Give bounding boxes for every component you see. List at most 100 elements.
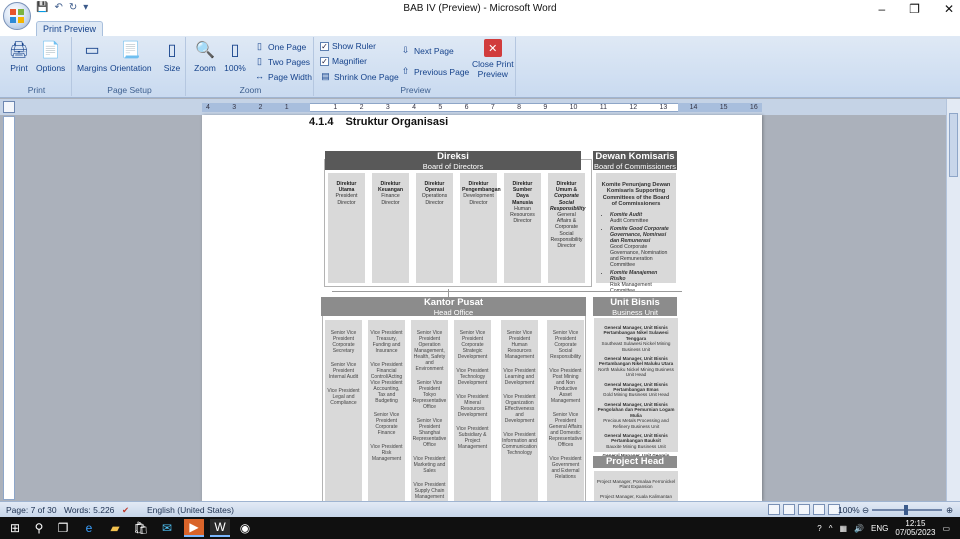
proofing-icon[interactable]: ✔ xyxy=(122,505,129,516)
page-indicator[interactable]: Page: 7 of 30 xyxy=(6,505,57,515)
print-layout-view-icon[interactable] xyxy=(768,504,780,515)
business-unit-en: Gold Mining Business Unit Head xyxy=(602,392,670,398)
head-office-unit: Vice President Learning and Development xyxy=(503,368,536,386)
orientation-button[interactable]: 📃 Orientation xyxy=(110,39,152,73)
print-button[interactable]: 🖨 Print xyxy=(8,39,30,73)
ruler-numbers: 4 3 2 1 1 2 3 4 5 6 7 8 9 10 11 12 13 14 15 16 xyxy=(202,103,762,112)
customize-qat-icon[interactable]: ▾ xyxy=(83,2,88,13)
director-title-en: Operations Director xyxy=(421,193,448,206)
magnifier-checkbox[interactable]: ✓ Magnifier xyxy=(320,56,367,66)
zoom-out-icon[interactable]: ⊖ xyxy=(862,505,869,516)
close-button[interactable]: ✕ xyxy=(944,2,954,16)
start-icon[interactable]: ⊞ xyxy=(6,519,24,537)
options-button[interactable]: 📄 Options xyxy=(36,39,65,73)
director-title-en: Development Director xyxy=(463,193,494,206)
checkbox-checked-icon: ✓ xyxy=(320,41,329,51)
head-office-unit: Vice President Organization Effectivenes… xyxy=(503,394,536,424)
margins-button[interactable]: ▭ Margins xyxy=(77,39,107,73)
zoom-button[interactable]: 🔍 Zoom xyxy=(194,39,216,73)
two-pages-button[interactable]: ▯ Two Pages xyxy=(254,56,310,67)
horizontal-ruler[interactable]: 4 3 2 1 1 2 3 4 5 6 7 8 9 10 11 12 13 14 15 16 xyxy=(0,99,960,115)
zoom-in-icon[interactable]: ⊕ xyxy=(946,505,953,516)
head-office-column: Senior Vice President Corporate Secretar… xyxy=(325,320,362,501)
business-unit-en: Bauxite Mining Business Unit xyxy=(606,443,666,449)
director-title-en: Human Resources Director xyxy=(510,205,535,225)
committees-box: Komite Penunjang Dewan Komisaris Support… xyxy=(596,173,676,294)
document-page[interactable]: 4.1.4 Struktur Organisasi Direksi Board o… xyxy=(202,115,762,501)
file-explorer-icon[interactable]: ▰ xyxy=(106,519,124,537)
next-page-button[interactable]: ⇩ Next Page xyxy=(400,45,454,56)
one-page-button[interactable]: ▯ One Page xyxy=(254,41,306,52)
redo-icon[interactable]: ↻ xyxy=(69,2,77,13)
head-office-column: Senior Vice President Operation Manageme… xyxy=(411,320,448,501)
business-unit: General Manager, Unit Bisnis Pertambanga… xyxy=(596,382,676,398)
print-group: 🖨 Print 📄 Options Print xyxy=(2,37,72,96)
shrink-one-page-button[interactable]: ▤ Shrink One Page xyxy=(320,71,399,82)
edge-browser-icon[interactable]: e xyxy=(80,519,98,537)
zoom-slider-knob[interactable] xyxy=(904,505,908,515)
page-width-icon: ↔ xyxy=(255,71,264,81)
undo-icon[interactable]: ↶ xyxy=(54,2,62,13)
previous-page-icon: ⇧ xyxy=(401,66,410,76)
mail-icon[interactable]: ✉ xyxy=(158,519,176,537)
size-button[interactable]: ▯ Size xyxy=(161,39,183,73)
outline-view-icon[interactable] xyxy=(813,504,825,515)
previous-page-button[interactable]: ⇧ Previous Page xyxy=(400,66,470,77)
office-button[interactable] xyxy=(3,2,31,30)
tray-lang[interactable]: ENG xyxy=(871,524,888,533)
powerpoint-app-icon[interactable]: ▶ xyxy=(184,519,204,537)
vertical-ruler[interactable] xyxy=(3,116,15,500)
volume-icon[interactable]: 🔊 xyxy=(854,524,864,533)
word-count[interactable]: Words: 5.226 xyxy=(64,505,114,515)
ruler-tick-label: 10 xyxy=(569,104,578,111)
business-unit-title: General Manager, Unit Bisnis Pertambanga… xyxy=(604,381,668,393)
ruler-tick-label: 4 xyxy=(206,104,210,111)
next-page-icon: ⇩ xyxy=(401,45,410,55)
minimize-button[interactable]: – xyxy=(878,2,885,16)
word-app-icon[interactable]: W xyxy=(210,519,230,537)
vertical-scrollbar[interactable] xyxy=(946,99,960,501)
head-office-unit: Vice President Marketing and Sales xyxy=(413,456,446,474)
tab-selector[interactable] xyxy=(3,101,15,113)
close-print-preview-button[interactable]: ✕ Close Print Preview xyxy=(472,39,514,79)
scrollbar-thumb[interactable] xyxy=(949,113,958,177)
head-office-unit: Vice President Technology Development xyxy=(456,368,489,386)
show-ruler-checkbox[interactable]: ✓ Show Ruler xyxy=(320,41,376,51)
business-unit-title: General Manager, Unit Bisnis Pengolahan … xyxy=(597,401,675,418)
two-pages-icon: ▯ xyxy=(257,56,262,66)
committees-list: Komite AuditAudit CommitteeKomite Good C… xyxy=(600,212,672,294)
ruler-tick-label: 2 xyxy=(359,104,364,111)
zoom-slider[interactable] xyxy=(872,505,942,515)
clock[interactable]: 12:15 07/05/2023 xyxy=(895,519,935,537)
page-setup-group-label: Page Setup xyxy=(107,85,152,95)
project-head-header: Project Head xyxy=(593,456,677,468)
status-bar: Page: 7 of 30 Words: 5.226 ✔ English (Un… xyxy=(0,501,960,517)
store-icon[interactable]: 🛍 xyxy=(132,519,150,537)
preview-group-label: Preview xyxy=(400,85,431,95)
search-icon[interactable]: ⚲ xyxy=(30,519,48,537)
zoom-group-label: Zoom xyxy=(239,85,262,95)
maximize-button[interactable]: ❐ xyxy=(909,2,920,16)
tab-print-preview[interactable]: Print Preview xyxy=(36,21,104,36)
ruler-tick-label: 9 xyxy=(543,104,548,111)
checkbox-checked-icon: ✓ xyxy=(320,56,329,66)
director-box: Direktur Utama President Director xyxy=(328,173,365,283)
zoom-level[interactable]: 100% xyxy=(838,505,860,515)
zoom-100-button[interactable]: ▯ 100% xyxy=(224,39,246,73)
language-indicator[interactable]: English (United States) xyxy=(147,505,234,515)
connector-line xyxy=(332,291,682,292)
web-layout-view-icon[interactable] xyxy=(798,504,810,515)
network-icon[interactable]: ▦ xyxy=(840,524,848,533)
save-icon[interactable]: 💾 xyxy=(36,2,48,13)
tray-chevron-icon[interactable]: ^ xyxy=(829,524,833,533)
chrome-icon[interactable]: ◉ xyxy=(236,519,254,537)
page-width-button[interactable]: ↔ Page Width xyxy=(254,71,312,82)
notification-icon[interactable]: ▭ xyxy=(942,524,950,533)
business-unit-en: Southeast Sulawesi Nickel Mining Busines… xyxy=(601,341,671,352)
help-icon[interactable]: ? xyxy=(817,524,821,533)
margins-icon: ▭ xyxy=(84,42,100,59)
window-title: BAB IV (Preview) - Microsoft Word xyxy=(403,3,557,14)
task-view-icon[interactable]: ❐ xyxy=(54,519,72,537)
head-office-unit: Senior Vice President Corporate Secretar… xyxy=(330,330,357,354)
full-screen-view-icon[interactable] xyxy=(783,504,795,515)
